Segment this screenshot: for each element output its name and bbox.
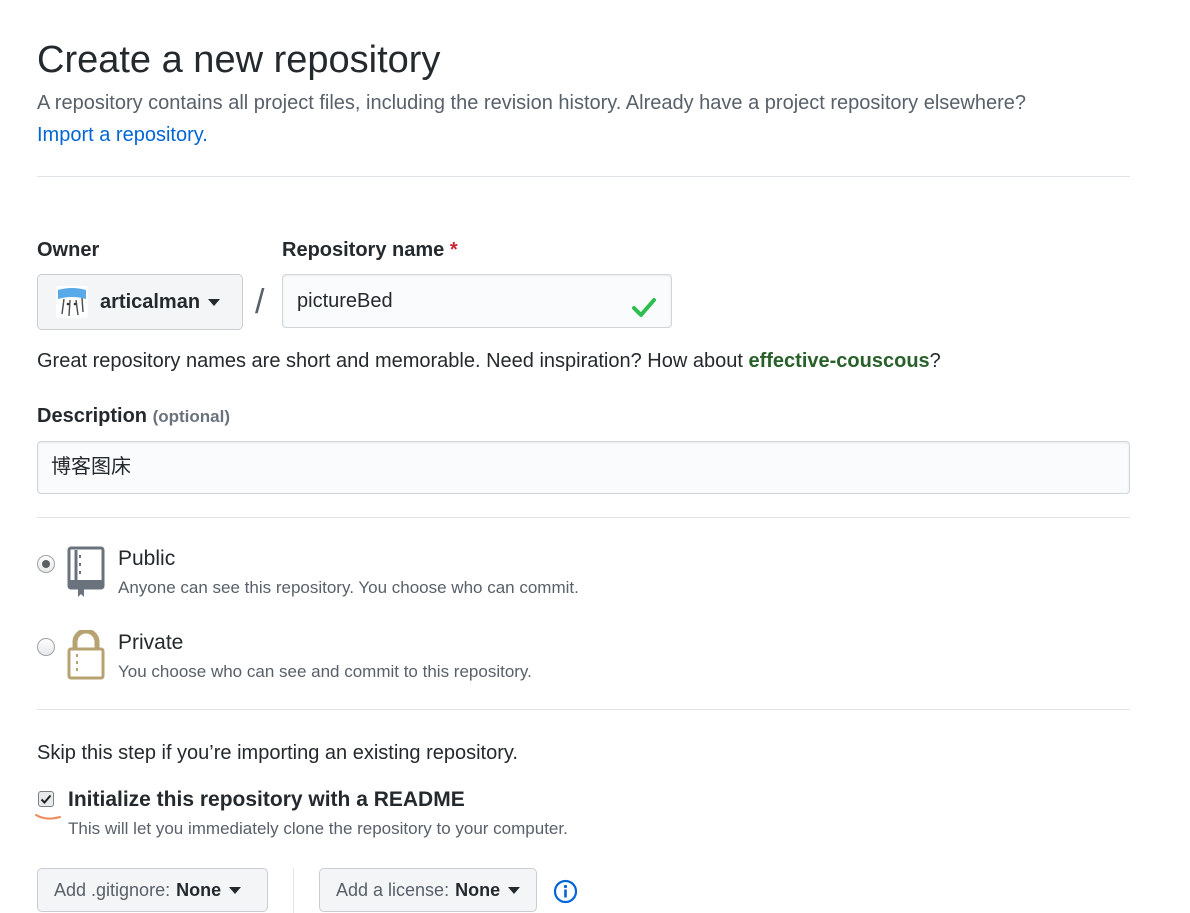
vertical-divider: [293, 868, 294, 913]
avatar: [56, 286, 88, 318]
name-hint-text: Great repository names are short and mem…: [37, 350, 749, 372]
repo-name-input[interactable]: pictureBed: [282, 274, 672, 328]
description-label: Description (optional): [37, 403, 230, 430]
description-input[interactable]: 博客图床: [37, 441, 1130, 494]
description-label-text: Description: [37, 405, 148, 427]
page-title: Create a new repository: [37, 39, 441, 81]
check-icon: [631, 288, 657, 340]
license-label: Add a license:: [336, 879, 450, 900]
checkmark-icon: [40, 794, 52, 804]
owner-select-button[interactable]: articalman: [37, 274, 243, 330]
lock-icon: [66, 628, 106, 685]
divider: [37, 176, 1130, 177]
annotation-mark: [34, 810, 64, 828]
caret-down-icon: [508, 886, 521, 894]
gitignore-label: Add .gitignore:: [54, 879, 171, 900]
radio-selected-dot: [42, 560, 50, 568]
owner-repo-separator: /: [255, 283, 265, 321]
repo-book-icon: [66, 546, 106, 603]
divider: [37, 709, 1130, 710]
readme-label[interactable]: Initialize this repository with a README: [68, 787, 465, 813]
name-hint-suffix: ?: [929, 350, 941, 372]
license-select-button[interactable]: Add a license: None: [319, 868, 537, 912]
caret-down-icon: [229, 886, 242, 894]
info-icon[interactable]: [553, 879, 578, 909]
gitignore-select-button[interactable]: Add .gitignore: None: [37, 868, 268, 912]
import-repository-link[interactable]: Import a repository.: [37, 122, 208, 148]
public-title: Public: [118, 547, 176, 570]
public-radio[interactable]: [37, 555, 55, 573]
repo-name-label: Repository name *: [282, 237, 458, 263]
skip-step-text: Skip this step if you’re importing an ex…: [37, 742, 518, 764]
repo-name-label-text: Repository name: [282, 239, 445, 261]
public-desc: Anyone can see this repository. You choo…: [118, 578, 579, 597]
owner-label: Owner: [37, 239, 100, 261]
private-radio[interactable]: [37, 638, 55, 656]
owner-name: articalman: [100, 290, 201, 313]
optional-tag: (optional): [152, 407, 231, 426]
private-title: Private: [118, 631, 184, 654]
private-desc: You choose who can see and commit to thi…: [118, 662, 532, 681]
page-subtitle: A repository contains all project files,…: [37, 92, 1027, 114]
required-mark: *: [449, 239, 458, 261]
caret-down-icon: [208, 298, 221, 306]
repo-name-value: pictureBed: [297, 290, 393, 312]
license-value: None: [455, 879, 501, 900]
name-suggestion-link[interactable]: effective-couscous: [748, 350, 929, 372]
divider: [37, 517, 1130, 518]
readme-checkbox[interactable]: [38, 791, 54, 807]
readme-desc: This will let you immediately clone the …: [68, 819, 568, 838]
name-hint: Great repository names are short and mem…: [37, 348, 941, 374]
gitignore-value: None: [176, 879, 222, 900]
